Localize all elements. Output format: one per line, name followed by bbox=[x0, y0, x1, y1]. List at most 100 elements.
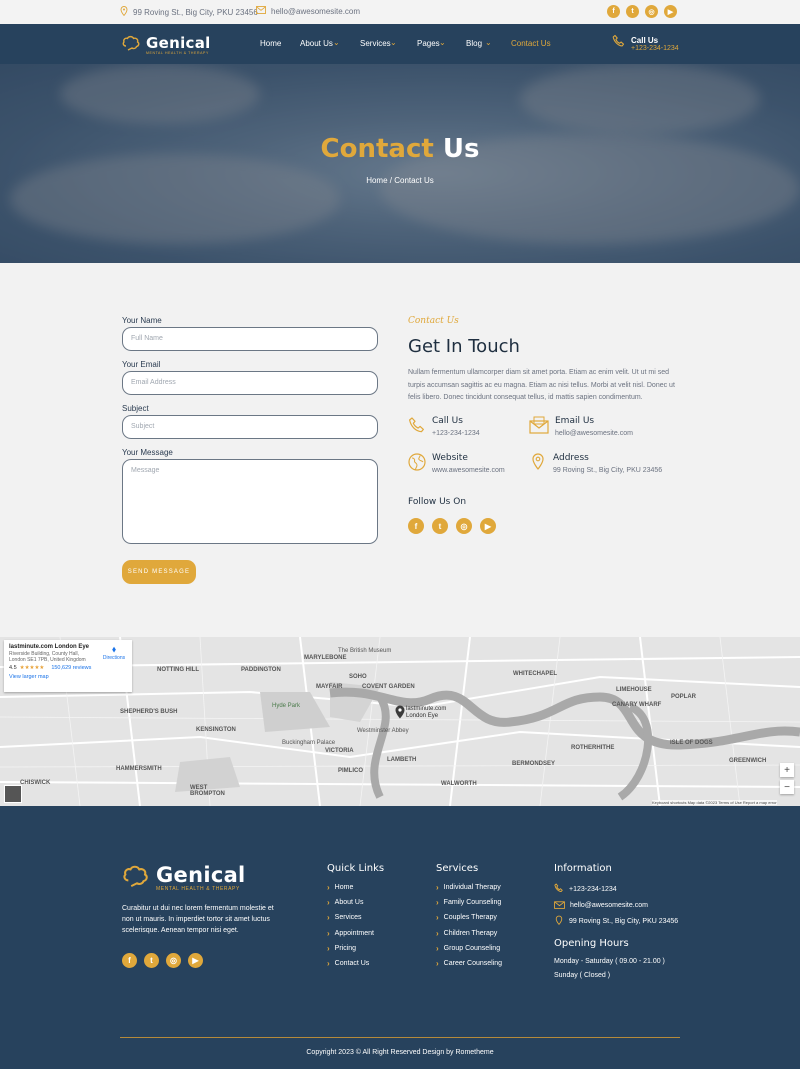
contact-item-value: www.awesomesite.com bbox=[432, 467, 505, 474]
footer-link-label: Group Counseling bbox=[443, 945, 501, 952]
footer-service-link[interactable]: › Couples Therapy bbox=[436, 913, 497, 922]
map-reviews-link[interactable]: 150,629 reviews bbox=[51, 665, 91, 671]
nav-pages[interactable]: Pages bbox=[417, 39, 440, 48]
header-call[interactable]: Call Us +123-234-1234 bbox=[612, 34, 679, 53]
section-eyebrow: Contact Us bbox=[408, 316, 459, 326]
map-label: PIMLICO bbox=[338, 768, 363, 774]
footer-info-address: 99 Roving St., Big City, PKU 23456 bbox=[554, 915, 678, 928]
nav-home[interactable]: Home bbox=[260, 39, 281, 48]
youtube-icon[interactable]: ▶ bbox=[480, 518, 496, 534]
map-label: CHISWICK bbox=[20, 780, 51, 786]
message-textarea[interactable]: Message bbox=[122, 459, 378, 544]
header-call-title: Call Us bbox=[631, 35, 659, 45]
contact-social: f t ◎ ▶ bbox=[408, 518, 496, 534]
instagram-icon[interactable]: ◎ bbox=[645, 5, 658, 18]
zoom-out-button[interactable]: − bbox=[780, 780, 794, 794]
top-bar: 99 Roving St., Big City, PKU 23456 hello… bbox=[0, 0, 800, 24]
map-label: CANARY WHARF bbox=[612, 702, 662, 708]
footer-info-phone[interactable]: +123-234-1234 bbox=[554, 883, 617, 895]
brand-name: Genical bbox=[146, 34, 211, 52]
brain-icon bbox=[122, 863, 152, 894]
chevron-down-icon: ⌄ bbox=[439, 38, 446, 47]
page-title-part2: Us bbox=[442, 134, 480, 164]
contact-item-title: Email Us bbox=[555, 416, 595, 426]
page-title-part1: Contact bbox=[320, 134, 434, 164]
facebook-icon[interactable]: f bbox=[408, 518, 424, 534]
contact-item-value: 99 Roving St., Big City, PKU 23456 bbox=[553, 467, 663, 474]
map-label: ROTHERHITHE bbox=[571, 745, 615, 751]
subject-label: Subject bbox=[122, 404, 149, 413]
map-label: ISLE OF DOGS bbox=[670, 740, 713, 746]
brand-tagline: MENTAL HEALTH & THERAPY bbox=[146, 51, 209, 55]
zoom-in-button[interactable]: + bbox=[780, 763, 794, 777]
subject-input[interactable]: Subject bbox=[122, 415, 378, 439]
footer-link-label: Children Therapy bbox=[443, 930, 498, 937]
envelope-icon bbox=[256, 6, 266, 16]
directions-button[interactable]: ⬧ Directions bbox=[101, 644, 127, 661]
chevron-right-icon: › bbox=[436, 913, 439, 922]
embedded-map[interactable]: NOTTING HILL PADDINGTON MARYLEBONE SOHO … bbox=[0, 637, 800, 806]
footer-brand-name: Genical bbox=[156, 863, 246, 887]
breadcrumb[interactable]: Home / Contact Us bbox=[0, 176, 800, 185]
facebook-icon[interactable]: f bbox=[122, 953, 137, 968]
name-input[interactable]: Full Name bbox=[122, 327, 378, 351]
twitter-icon[interactable]: t bbox=[432, 518, 448, 534]
footer-brand-tagline: MENTAL HEALTH & THERAPY bbox=[156, 886, 240, 892]
footer-hours-line: Sunday ( Closed ) bbox=[554, 972, 611, 979]
footer-link-label: Home bbox=[334, 884, 354, 891]
send-message-button[interactable]: SEND MESSAGE bbox=[122, 560, 196, 584]
email-input[interactable]: Email Address bbox=[122, 371, 378, 395]
footer-info-text: hello@awesomesite.com bbox=[570, 901, 648, 909]
topbar-social: f t ◎ ▶ bbox=[607, 5, 677, 18]
nav-contact[interactable]: Contact Us bbox=[511, 39, 551, 48]
instagram-icon[interactable]: ◎ bbox=[456, 518, 472, 534]
map-pin-icon[interactable] bbox=[395, 705, 405, 724]
chevron-right-icon: › bbox=[327, 929, 330, 938]
twitter-icon[interactable]: t bbox=[626, 5, 639, 18]
footer-service-link[interactable]: › Individual Therapy bbox=[436, 883, 501, 892]
footer-info-email[interactable]: hello@awesomesite.com bbox=[554, 899, 648, 911]
copyright-text: Copyright 2023 © All Right Reserved Desi… bbox=[306, 1049, 494, 1056]
map-label: POPLAR bbox=[671, 694, 697, 700]
footer-social: f t ◎ ▶ bbox=[122, 953, 203, 968]
footer-service-link[interactable]: › Career Counseling bbox=[436, 959, 502, 968]
footer-link-label: Couples Therapy bbox=[443, 914, 497, 921]
footer-link[interactable]: › About Us bbox=[327, 898, 363, 907]
envelope-icon bbox=[529, 416, 549, 439]
nav-services[interactable]: Services bbox=[360, 39, 391, 48]
map-place-address: Riverside Building, County Hall, London … bbox=[9, 651, 86, 663]
footer-link[interactable]: › Home bbox=[327, 883, 353, 892]
footer-service-link[interactable]: › Family Counseling bbox=[436, 898, 501, 907]
footer-link[interactable]: › Services bbox=[327, 913, 362, 922]
header-call-number: +123-234-1234 bbox=[631, 44, 679, 52]
youtube-icon[interactable]: ▶ bbox=[188, 953, 203, 968]
twitter-icon[interactable]: t bbox=[144, 953, 159, 968]
phone-icon bbox=[554, 883, 564, 895]
footer-link[interactable]: › Pricing bbox=[327, 944, 356, 953]
contact-item-call: Call Us +123-234-1234 bbox=[408, 416, 480, 439]
footer-logo[interactable]: Genical MENTAL HEALTH & THERAPY bbox=[122, 863, 246, 894]
map-attribution[interactable]: Keyboard shortcuts Map data ©2023 Terms … bbox=[652, 800, 777, 805]
footer-service-link[interactable]: › Group Counseling bbox=[436, 944, 500, 953]
contact-section: Your Name Full Name Your Email Email Add… bbox=[0, 263, 800, 637]
footer-link[interactable]: › Appointment bbox=[327, 929, 374, 938]
contact-item-value: +123-234-1234 bbox=[432, 430, 480, 437]
facebook-icon[interactable]: f bbox=[607, 5, 620, 18]
nav-about[interactable]: About Us bbox=[300, 39, 333, 48]
map-label: MARYLEBONE bbox=[304, 655, 347, 661]
map-layers-thumbnail[interactable] bbox=[4, 785, 22, 803]
chevron-right-icon: › bbox=[327, 883, 330, 892]
youtube-icon[interactable]: ▶ bbox=[664, 5, 677, 18]
nav-blog[interactable]: Blog bbox=[466, 39, 482, 48]
main-header: Genical MENTAL HEALTH & THERAPY Home Abo… bbox=[0, 24, 800, 64]
footer-link-label: About Us bbox=[334, 899, 364, 906]
view-larger-map-link[interactable]: View larger map bbox=[9, 674, 127, 680]
follow-title: Follow Us On bbox=[408, 497, 467, 507]
footer-service-link[interactable]: › Children Therapy bbox=[436, 929, 497, 938]
footer-hours-title: Opening Hours bbox=[554, 938, 629, 949]
topbar-email[interactable]: hello@awesomesite.com bbox=[256, 6, 360, 16]
logo[interactable]: Genical MENTAL HEALTH & THERAPY bbox=[122, 34, 211, 57]
footer-link-label: Family Counseling bbox=[443, 899, 502, 906]
footer-link[interactable]: › Contact Us bbox=[327, 959, 369, 968]
instagram-icon[interactable]: ◎ bbox=[166, 953, 181, 968]
